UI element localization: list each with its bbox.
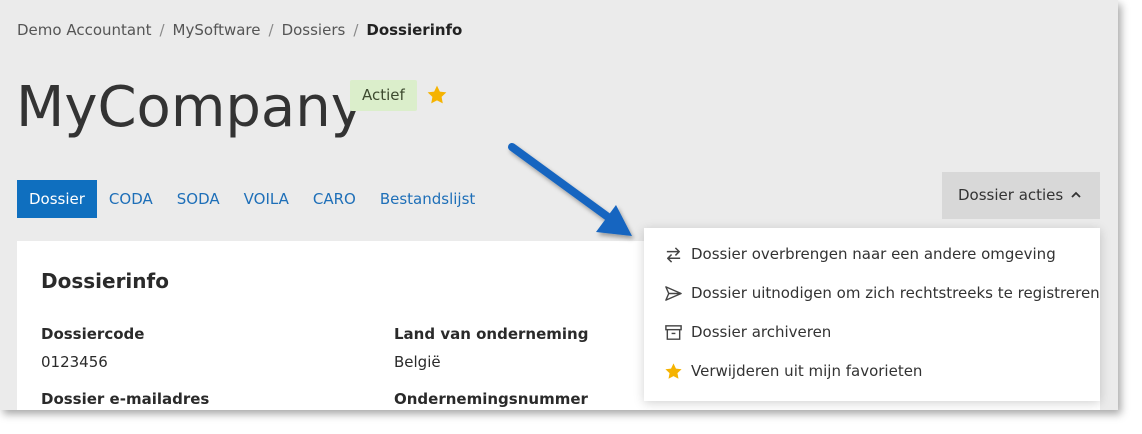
- app-window: Demo Accountant / MySoftware / Dossiers / Doss…: [0, 0, 1118, 410]
- menu-item-favorieten[interactable]: Verwijderen uit mijn favorieten: [644, 353, 1100, 391]
- tab-dossier[interactable]: Dossier: [17, 180, 97, 218]
- tab-voila[interactable]: VOILA: [232, 180, 301, 218]
- breadcrumb-separator: /: [353, 21, 359, 39]
- menu-item-label: Dossier uitnodigen om zich rechtstreeks …: [691, 284, 1100, 302]
- star-icon[interactable]: [426, 84, 448, 106]
- dossier-actions-button[interactable]: Dossier acties: [942, 172, 1100, 219]
- annotation-arrow: [508, 143, 632, 236]
- page-title: MyCompany: [16, 75, 364, 140]
- tab-bar: Dossier CODA SODA VOILA CARO Bestandslij…: [17, 180, 487, 218]
- menu-item-archiveren[interactable]: Dossier archiveren: [644, 314, 1100, 352]
- field-label-dossiercode: Dossiercode: [41, 325, 145, 343]
- field-label-email: Dossier e-mailadres: [41, 390, 210, 408]
- chevron-up-icon: [1071, 191, 1081, 198]
- dossier-actions-label: Dossier acties: [958, 186, 1064, 204]
- field-value-dossiercode: 0123456: [41, 353, 108, 371]
- dossier-actions-menu: Dossier overbrengen naar een andere omge…: [644, 228, 1100, 401]
- tab-bestandslijst[interactable]: Bestandslijst: [368, 180, 487, 218]
- star-icon: [665, 363, 682, 379]
- card-title: Dossierinfo: [41, 269, 169, 293]
- field-label-land: Land van onderneming: [394, 325, 589, 343]
- tab-soda[interactable]: SODA: [165, 180, 232, 218]
- menu-item-uitnodigen[interactable]: Dossier uitnodigen om zich rechtstreeks …: [644, 275, 1100, 313]
- breadcrumb-item-accountant[interactable]: Demo Accountant: [17, 21, 151, 39]
- tab-caro[interactable]: CARO: [301, 180, 368, 218]
- menu-item-label: Verwijderen uit mijn favorieten: [691, 362, 923, 380]
- breadcrumb-current: Dossierinfo: [366, 21, 463, 39]
- breadcrumb-separator: /: [268, 21, 274, 39]
- breadcrumb-item-dossiers[interactable]: Dossiers: [282, 21, 346, 39]
- tab-coda[interactable]: CODA: [97, 180, 165, 218]
- menu-item-label: Dossier overbrengen naar een andere omge…: [691, 245, 1056, 263]
- archive-icon: [665, 325, 682, 340]
- field-label-ondernemingsnummer: Ondernemingsnummer: [394, 390, 588, 408]
- menu-item-label: Dossier archiveren: [691, 323, 832, 341]
- swap-arrows-icon: [666, 247, 681, 263]
- breadcrumb-item-software[interactable]: MySoftware: [173, 21, 261, 39]
- send-icon: [665, 286, 682, 301]
- status-badge: Actief: [350, 80, 417, 111]
- breadcrumb: Demo Accountant / MySoftware / Dossiers / Doss…: [17, 21, 462, 39]
- menu-item-overbrengen[interactable]: Dossier overbrengen naar een andere omge…: [644, 236, 1100, 274]
- field-value-land: België: [394, 353, 441, 371]
- breadcrumb-separator: /: [159, 21, 165, 39]
